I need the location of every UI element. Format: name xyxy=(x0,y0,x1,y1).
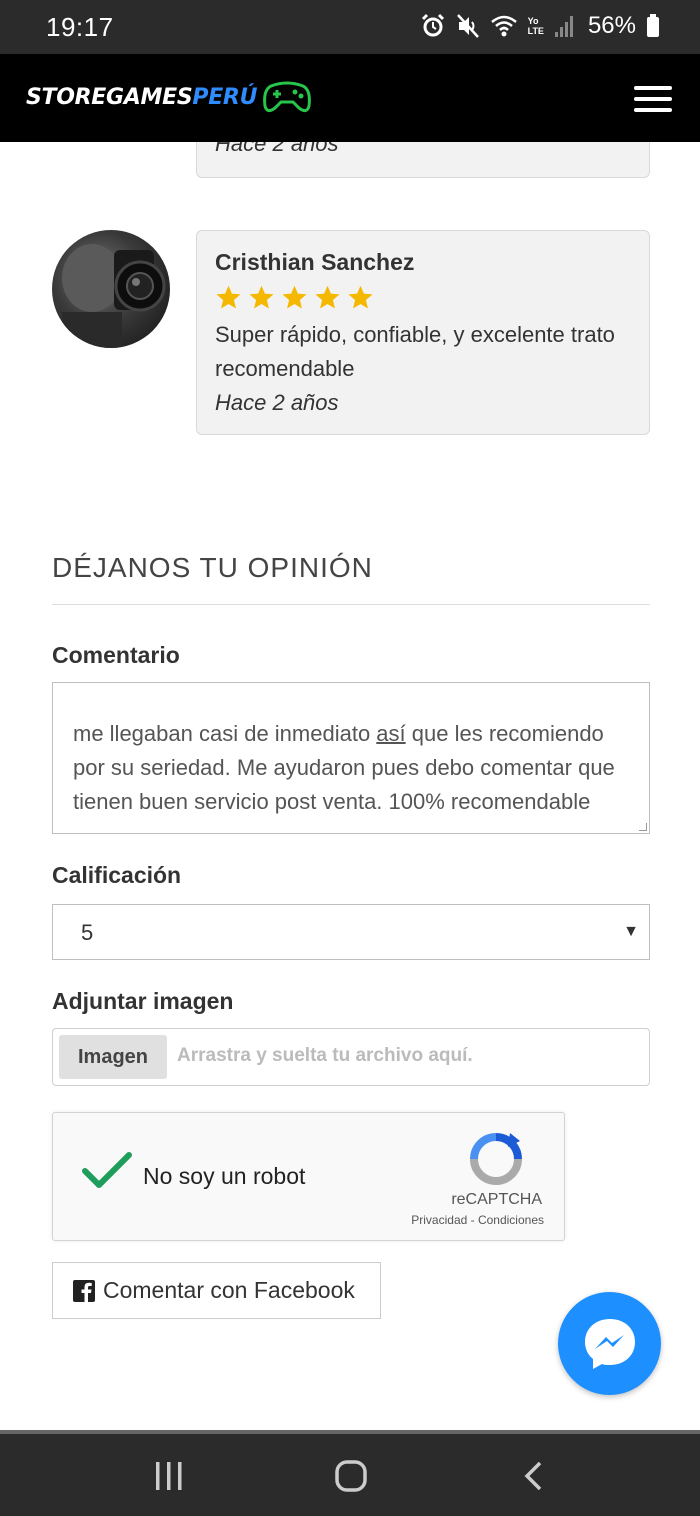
status-icons: Yo LTE 56% xyxy=(420,12,660,40)
gamepad-icon xyxy=(263,81,312,113)
alarm-icon xyxy=(421,13,444,37)
comment-textarea[interactable]: me llegaban casi de inmediato así que le… xyxy=(52,682,650,834)
file-dropzone[interactable]: Imagen Arrastra y suelta tu archivo aquí… xyxy=(52,1028,650,1086)
site-header: STOREGAMESPERÚ xyxy=(0,54,700,142)
rating-select[interactable]: 5 ▼ xyxy=(52,904,650,960)
battery-icon xyxy=(647,14,659,37)
star-icon xyxy=(348,285,373,309)
facebook-icon xyxy=(73,1279,95,1302)
checkmark-icon[interactable] xyxy=(81,1151,133,1191)
comment-label: Comentario xyxy=(52,642,180,668)
resize-handle[interactable] xyxy=(639,823,647,831)
facebook-button-label: Comentar con Facebook xyxy=(103,1277,355,1303)
recaptcha-logo-icon xyxy=(470,1133,522,1185)
wifi-icon xyxy=(490,15,517,37)
captcha-label: No soy un robot xyxy=(143,1163,306,1189)
section-title: DÉJANOS TU OPINIÓN xyxy=(52,552,373,583)
file-placeholder: Arrastra y suelta tu archivo aquí. xyxy=(177,1045,473,1066)
mute-icon xyxy=(456,14,479,38)
rating-value: 5 xyxy=(81,920,94,945)
star-icon xyxy=(216,285,241,309)
comment-value: me llegaban casi de inmediato así que le… xyxy=(73,721,615,814)
recaptcha-brand: reCAPTCHA xyxy=(451,1191,542,1208)
review-card-previous: Hace 2 años xyxy=(196,142,650,178)
image-button[interactable]: Imagen xyxy=(59,1035,167,1079)
review-date: Hace 2 años xyxy=(215,390,339,415)
status-bar: 19:17 Yo LTE 56% xyxy=(0,0,700,54)
star-icon xyxy=(315,285,340,309)
camera-photo-icon xyxy=(62,244,166,348)
brand-name: STOREGAMESPERÚ xyxy=(26,84,258,110)
review-date: Hace 2 años xyxy=(215,142,339,156)
star-icon xyxy=(249,285,274,309)
battery-percent: 56% xyxy=(587,12,636,39)
reviewer-name: Cristhian Sanchez xyxy=(215,249,415,275)
lte-icon: Yo LTE xyxy=(527,16,544,36)
clock: 19:17 xyxy=(46,12,114,42)
recaptcha-links[interactable]: Privacidad - Condiciones xyxy=(411,1213,544,1227)
signal-icon xyxy=(554,16,573,37)
avatar xyxy=(52,230,170,348)
review-card: Cristhian Sanchez Super rápido, confiabl… xyxy=(196,230,650,435)
rating-label: Calificación xyxy=(52,862,182,888)
system-navigation-bar xyxy=(0,1434,700,1516)
page-content: Hace 2 años Cristhian Sanchez Super rápi… xyxy=(0,142,700,1430)
facebook-comment-button[interactable]: Comentar con Facebook xyxy=(52,1262,381,1319)
messenger-icon xyxy=(584,1318,635,1369)
messenger-chat-button[interactable] xyxy=(558,1292,661,1395)
star-icon xyxy=(282,285,307,309)
recaptcha-widget: No soy un robot reCAPTCHA Privacidad - C… xyxy=(52,1112,565,1241)
image-label: Adjuntar imagen xyxy=(52,988,234,1014)
back-icon[interactable] xyxy=(520,1460,548,1492)
site-logo[interactable]: STOREGAMESPERÚ xyxy=(26,78,313,116)
recent-apps-icon[interactable] xyxy=(152,1460,186,1492)
hamburger-icon[interactable] xyxy=(634,86,672,112)
chevron-down-icon: ▼ xyxy=(623,923,639,940)
home-icon[interactable] xyxy=(334,1460,368,1492)
review-text: Super rápido, confiable, y excelente tra… xyxy=(215,322,615,381)
star-rating xyxy=(215,284,631,312)
divider xyxy=(52,604,650,605)
